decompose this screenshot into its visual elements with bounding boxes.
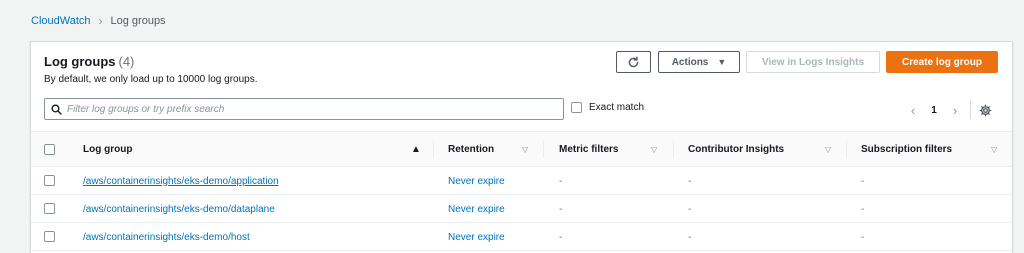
contributor-insights-value: - [688, 175, 692, 187]
exact-match-label: Exact match [589, 102, 645, 113]
refresh-icon [628, 55, 639, 67]
create-log-group-button[interactable]: Create log group [886, 51, 998, 73]
column-header-retention[interactable]: Retention [448, 132, 494, 167]
select-all-cell [44, 132, 55, 166]
row-checkbox[interactable] [44, 231, 55, 242]
column-header-log-group[interactable]: Log group [83, 132, 132, 167]
log-groups-panel: Log groups (4) By default, we only load u… [30, 41, 1013, 253]
caret-down-icon: ▼ [717, 57, 727, 67]
column-header-contributor-insights[interactable]: Contributor Insights [688, 132, 784, 167]
row-checkbox-cell [44, 195, 55, 222]
column-divider [433, 141, 434, 158]
contributor-insights-value: - [688, 231, 692, 243]
view-in-logs-insights-button[interactable]: View in Logs Insights [746, 51, 880, 73]
metric-filters-value: - [559, 231, 563, 243]
column-divider [673, 141, 674, 158]
sort-icon[interactable]: ▽ [651, 132, 657, 167]
row-checkbox-cell [44, 167, 55, 194]
log-group-link[interactable]: /aws/containerinsights/eks-demo/dataplan… [83, 195, 275, 223]
column-divider [846, 141, 847, 158]
gear-icon[interactable] [979, 104, 992, 117]
row-checkbox[interactable] [44, 203, 55, 214]
sort-icon[interactable]: ▽ [991, 132, 997, 167]
actions-label: Actions [671, 56, 709, 68]
sort-icon[interactable]: ▽ [522, 132, 528, 167]
panel-description: By default, we only load up to 10000 log… [44, 74, 258, 85]
exact-match-option[interactable]: Exact match [571, 102, 644, 113]
refresh-button[interactable] [616, 51, 651, 73]
breadcrumb-cloudwatch-link[interactable]: CloudWatch [31, 15, 91, 27]
sort-icon[interactable]: ▽ [825, 132, 831, 167]
retention-link[interactable]: Never expire [448, 167, 505, 195]
pagination-divider [970, 101, 971, 119]
breadcrumb-current: Log groups [110, 15, 166, 27]
contributor-insights-value: - [688, 203, 692, 215]
log-group-link[interactable]: /aws/containerinsights/eks-demo/applicat… [83, 167, 279, 195]
table-row[interactable]: /aws/containerinsights/eks-demo/host Nev… [31, 223, 1012, 251]
column-header-subscription-filters[interactable]: Subscription filters [861, 132, 952, 167]
table-header: Log group ▲ Retention ▽ Metric filters ▽… [31, 132, 1012, 167]
log-group-link[interactable]: /aws/containerinsights/eks-demo/host [83, 223, 250, 251]
exact-match-checkbox[interactable] [571, 102, 582, 113]
select-all-checkbox[interactable] [44, 143, 55, 155]
metric-filters-value: - [559, 203, 563, 215]
retention-link[interactable]: Never expire [448, 223, 505, 251]
row-checkbox-cell [44, 223, 55, 250]
subscription-filters-value: - [861, 203, 865, 215]
table-row[interactable]: /aws/containerinsights/eks-demo/dataplan… [31, 195, 1012, 223]
page-number[interactable]: 1 [927, 105, 941, 116]
table-row[interactable]: /aws/containerinsights/eks-demo/applicat… [31, 167, 1012, 195]
row-checkbox[interactable] [44, 175, 55, 186]
retention-link[interactable]: Never expire [448, 195, 505, 223]
log-groups-table: Log group ▲ Retention ▽ Metric filters ▽… [31, 131, 1012, 251]
sort-ascending-icon[interactable]: ▲ [411, 132, 421, 167]
chevron-left-icon[interactable]: ‹ [904, 103, 922, 118]
column-header-metric-filters[interactable]: Metric filters [559, 132, 618, 167]
column-divider [543, 141, 544, 158]
log-group-count: (4) [118, 54, 135, 69]
breadcrumb-separator: › [98, 14, 103, 28]
breadcrumb: CloudWatch › Log groups [31, 14, 166, 28]
panel-title-text: Log groups [44, 54, 116, 69]
chevron-right-icon[interactable]: › [946, 103, 964, 118]
subscription-filters-value: - [861, 175, 865, 187]
search-icon [45, 103, 67, 115]
search-box [44, 98, 564, 120]
subscription-filters-value: - [861, 231, 865, 243]
actions-dropdown-button[interactable]: Actions ▼ [658, 51, 740, 73]
search-input[interactable] [67, 103, 563, 115]
metric-filters-value: - [559, 175, 563, 187]
panel-title: Log groups (4) [44, 54, 134, 69]
pagination: ‹ 1 › [904, 101, 992, 119]
